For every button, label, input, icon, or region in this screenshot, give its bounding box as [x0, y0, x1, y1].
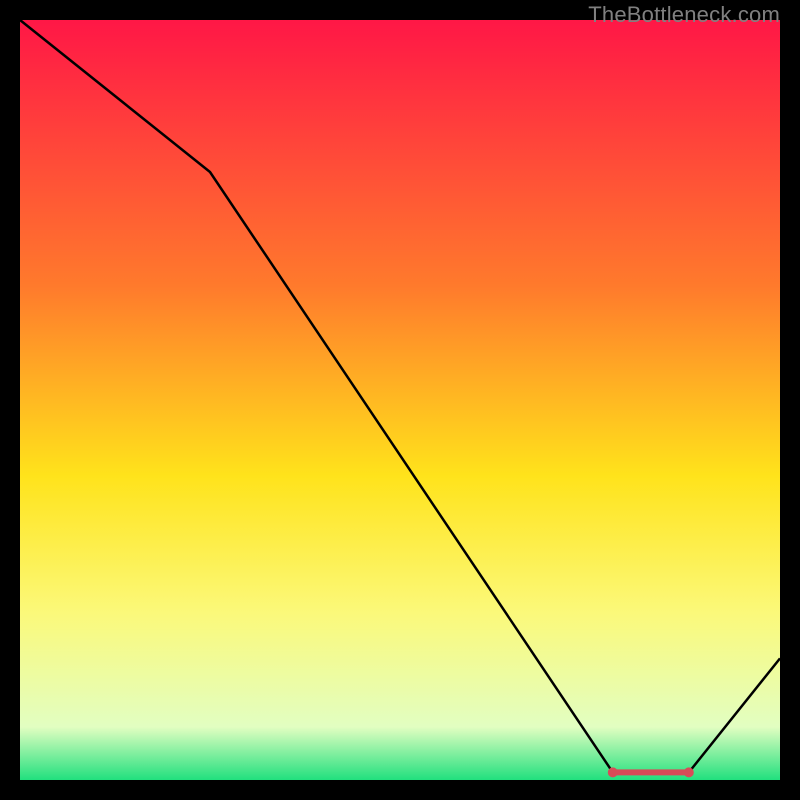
chart-background	[20, 20, 780, 780]
chart-svg	[20, 20, 780, 780]
chart-area	[20, 20, 780, 780]
marker-dot-start	[608, 767, 618, 777]
marker-dot-end	[684, 767, 694, 777]
attribution-text: TheBottleneck.com	[588, 2, 780, 28]
marker-bar	[613, 769, 689, 775]
